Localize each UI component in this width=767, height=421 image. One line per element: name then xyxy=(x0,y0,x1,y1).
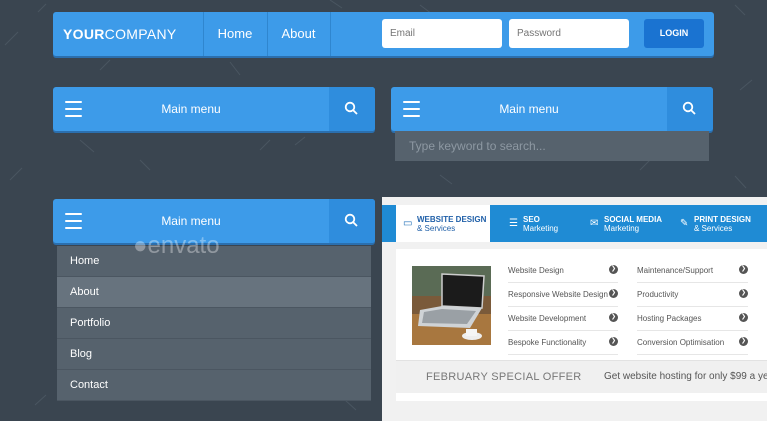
pencil-icon: ✎ xyxy=(680,218,689,229)
mega-menu-tabs: ▭ WEBSITE DESIGN & Services ☰ SEO Market… xyxy=(382,205,767,242)
service-link[interactable]: Bespoke Functionality ❯ xyxy=(508,331,618,355)
offer-label: FEBRUARY SPECIAL OFFER xyxy=(426,371,582,383)
mega-menu-panel: ▭ WEBSITE DESIGN & Services ☰ SEO Market… xyxy=(382,197,767,421)
arrow-right-icon: ❯ xyxy=(739,265,748,274)
list-icon: ☰ xyxy=(509,218,518,229)
service-link[interactable]: Responsive Website Design ❯ xyxy=(508,283,618,307)
nav-link-home[interactable]: Home xyxy=(203,12,267,56)
tab-print-design[interactable]: ✎ PRINT DESIGN & Services xyxy=(680,205,765,242)
arrow-right-icon: ❯ xyxy=(739,337,748,346)
tab-title: SEO xyxy=(523,215,540,224)
nav-divider xyxy=(330,12,331,56)
envato-watermark: ●envato xyxy=(133,232,220,260)
service-link[interactable]: Website Design ❯ xyxy=(508,259,618,283)
search-icon xyxy=(344,213,358,227)
arrow-right-icon: ❯ xyxy=(609,337,618,346)
service-link-label: Maintenance/Support xyxy=(637,266,714,275)
service-link-label: Hosting Packages xyxy=(637,314,702,323)
service-link-label: Conversion Optimisation xyxy=(637,338,725,347)
menu-item-contact[interactable]: Contact xyxy=(57,370,371,401)
arrow-right-icon: ❯ xyxy=(609,313,618,322)
services-column-1: Website Design ❯ Responsive Website Desig… xyxy=(508,259,618,355)
offer-text[interactable]: Get website hosting for only $99 a yea xyxy=(604,361,767,393)
tab-social-media[interactable]: ✉ SOCIAL MEDIA Marketing xyxy=(590,205,675,242)
tab-title: WEBSITE DESIGN xyxy=(417,215,487,224)
nav-link-about[interactable]: About xyxy=(267,12,330,56)
tab-subtitle: & Services xyxy=(694,224,733,233)
main-menu-title[interactable]: Main menu xyxy=(53,87,329,131)
company-logo[interactable]: YOURCOMPANY xyxy=(63,12,177,56)
service-link-label: Bespoke Functionality xyxy=(508,338,587,347)
search-button[interactable] xyxy=(329,87,375,131)
search-input[interactable]: Type keyword to search... xyxy=(395,131,709,161)
main-menu-bar: Main menu xyxy=(53,87,375,131)
special-offer-bar: FEBRUARY SPECIAL OFFER Get website hosti… xyxy=(396,360,767,393)
top-navbar: YOURCOMPANY Home About LOGIN xyxy=(53,12,714,56)
tab-subtitle: Marketing xyxy=(523,224,559,233)
service-link-label: Responsive Website Design xyxy=(508,290,608,299)
service-link[interactable]: Conversion Optimisation ❯ xyxy=(637,331,748,355)
service-link[interactable]: Hosting Packages ❯ xyxy=(637,307,748,331)
tab-title: SOCIAL MEDIA xyxy=(604,215,663,224)
menu-item-blog[interactable]: Blog xyxy=(57,339,371,370)
dropdown-menu: Home About Portfolio Blog Contact xyxy=(57,246,371,401)
search-button[interactable] xyxy=(667,87,713,131)
service-link-label: Website Design xyxy=(508,266,564,275)
search-icon xyxy=(344,101,358,115)
chat-icon: ✉ xyxy=(590,218,599,229)
logo-bold-text: YOUR xyxy=(63,26,105,42)
tab-website-design[interactable]: ▭ WEBSITE DESIGN & Services xyxy=(396,205,490,242)
service-link-label: Website Development xyxy=(508,314,587,323)
laptop-image xyxy=(412,266,491,345)
arrow-right-icon: ❯ xyxy=(739,289,748,298)
service-link-label: Productivity xyxy=(637,290,679,299)
arrow-right-icon: ❯ xyxy=(609,265,618,274)
tab-seo[interactable]: ☰ SEO Marketing xyxy=(509,205,579,242)
logo-light-text: COMPANY xyxy=(104,26,177,42)
menu-item-portfolio[interactable]: Portfolio xyxy=(57,308,371,339)
main-menu-bar-search: Main menu xyxy=(391,87,713,131)
main-menu-title[interactable]: Main menu xyxy=(391,87,667,131)
tab-title: PRINT DESIGN xyxy=(694,215,751,224)
login-button[interactable]: LOGIN xyxy=(644,19,704,48)
search-button[interactable] xyxy=(329,199,375,243)
service-link[interactable]: Maintenance/Support ❯ xyxy=(637,259,748,283)
service-link[interactable]: Website Development ❯ xyxy=(508,307,618,331)
services-column-2: Maintenance/Support ❯ Productivity ❯ Hosti… xyxy=(637,259,748,355)
arrow-right-icon: ❯ xyxy=(739,313,748,322)
arrow-right-icon: ❯ xyxy=(609,289,618,298)
envato-leaf-icon: ● xyxy=(133,232,148,259)
service-link[interactable]: Productivity ❯ xyxy=(637,283,748,307)
watermark-text: envato xyxy=(147,232,220,259)
email-field[interactable] xyxy=(382,19,502,48)
tab-subtitle: & Services xyxy=(417,224,456,233)
monitor-icon: ▭ xyxy=(403,218,413,229)
tab-subtitle: Marketing xyxy=(604,224,640,233)
search-icon xyxy=(682,101,696,115)
password-field[interactable] xyxy=(509,19,629,48)
menu-item-about[interactable]: About xyxy=(57,277,371,308)
